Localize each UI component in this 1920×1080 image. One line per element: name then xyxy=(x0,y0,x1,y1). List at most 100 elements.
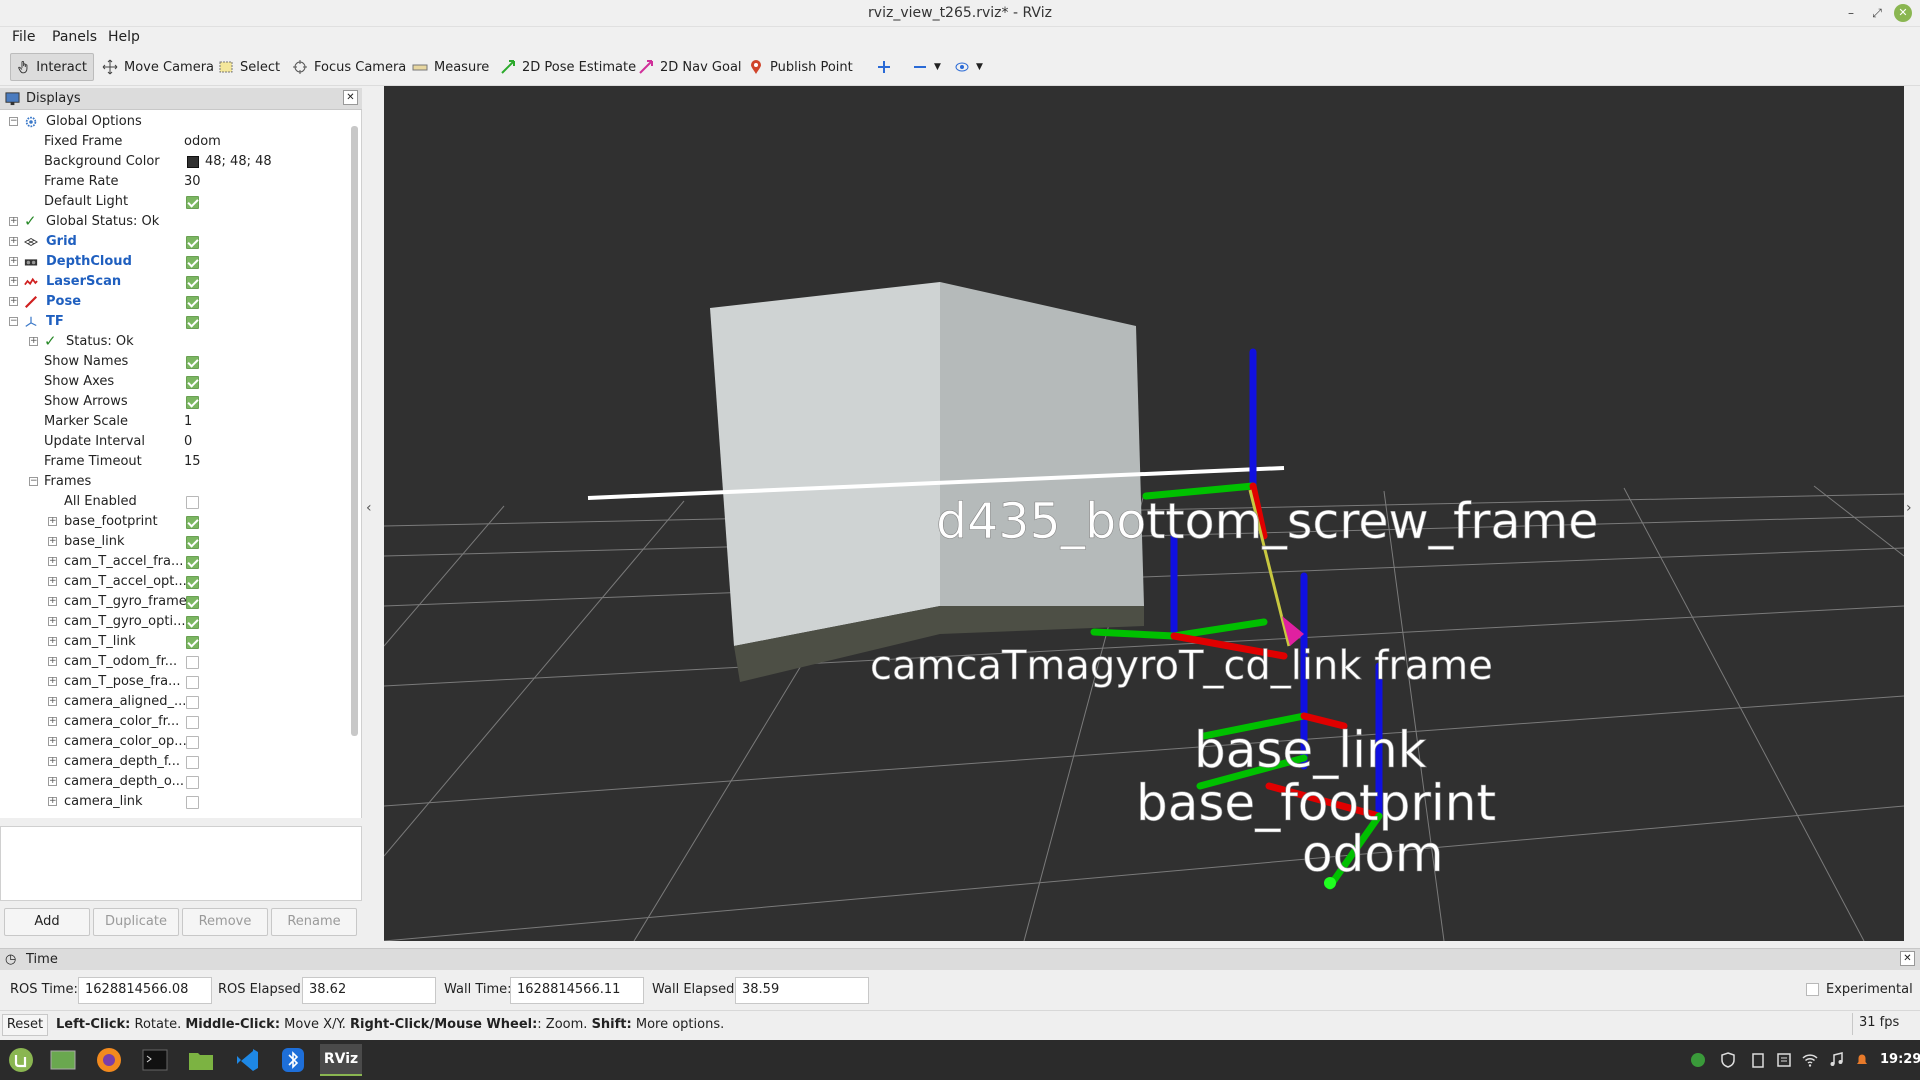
frame-checkbox[interactable] xyxy=(186,556,199,569)
menu-file[interactable]: File xyxy=(12,29,35,45)
frame-checkbox[interactable] xyxy=(186,656,199,669)
publish-point-tool[interactable]: Publish Point xyxy=(742,53,859,81)
vscode-launcher[interactable] xyxy=(228,1044,266,1076)
collapse-icon[interactable]: − xyxy=(9,117,18,126)
expand-icon[interactable]: + xyxy=(48,737,57,746)
focus-camera-tool[interactable]: Focus Camera xyxy=(286,53,412,81)
tree-row-tf[interactable]: − TF xyxy=(0,312,352,332)
music-icon[interactable] xyxy=(1828,1052,1844,1068)
tree-row-global-options[interactable]: − Global Options xyxy=(0,112,352,132)
expand-icon[interactable]: + xyxy=(9,277,18,286)
duplicate-button[interactable]: Duplicate xyxy=(93,908,179,936)
marker-scale-value[interactable]: 1 xyxy=(184,414,192,429)
collapse-icon[interactable]: − xyxy=(9,317,18,326)
tree-row-marker-scale[interactable]: Marker Scale 1 xyxy=(0,412,352,432)
frame-row[interactable]: + camera_color_op... xyxy=(0,732,352,752)
add-tool-button[interactable] xyxy=(870,53,898,81)
expand-icon[interactable]: + xyxy=(9,257,18,266)
frame-row[interactable]: + cam_T_accel_opt... xyxy=(0,572,352,592)
experimental-checkbox[interactable] xyxy=(1806,983,1819,996)
firefox-launcher[interactable] xyxy=(90,1044,128,1076)
frame-checkbox[interactable] xyxy=(186,676,199,689)
frame-row[interactable]: + cam_T_gyro_frame xyxy=(0,592,352,612)
tree-row-frame-rate[interactable]: Frame Rate 30 xyxy=(0,172,352,192)
expand-icon[interactable]: + xyxy=(48,557,57,566)
tree-row-show-axes[interactable]: Show Axes xyxy=(0,372,352,392)
tree-row-fixed-frame[interactable]: Fixed Frame odom xyxy=(0,132,352,152)
minimize-button[interactable]: – xyxy=(1842,4,1860,22)
tree-row-depthcloud[interactable]: + DepthCloud xyxy=(0,252,352,272)
tree-row-global-status[interactable]: + ✓ Global Status: Ok xyxy=(0,212,352,232)
collapse-icon[interactable]: − xyxy=(29,477,38,486)
tree-row-grid[interactable]: + Grid xyxy=(0,232,352,252)
maximize-button[interactable]: ⤢ xyxy=(1868,4,1886,22)
reset-button[interactable]: Reset xyxy=(2,1014,48,1036)
pose-checkbox[interactable] xyxy=(186,296,199,309)
tree-row-show-arrows[interactable]: Show Arrows xyxy=(0,392,352,412)
expand-icon[interactable]: + xyxy=(9,237,18,246)
tree-row-all-enabled[interactable]: All Enabled xyxy=(0,492,352,512)
frame-checkbox[interactable] xyxy=(186,536,199,549)
default-light-checkbox[interactable] xyxy=(186,196,199,209)
update-interval-value[interactable]: 0 xyxy=(184,434,192,449)
clipboard-icon[interactable] xyxy=(1750,1052,1766,1068)
fixed-frame-value[interactable]: odom xyxy=(184,134,221,149)
expand-icon[interactable]: + xyxy=(48,517,57,526)
expand-icon[interactable]: + xyxy=(48,597,57,606)
frame-checkbox[interactable] xyxy=(186,776,199,789)
tree-row-frames[interactable]: − Frames xyxy=(0,472,352,492)
frame-rate-value[interactable]: 30 xyxy=(184,174,201,189)
frame-row[interactable]: + camera_aligned_... xyxy=(0,692,352,712)
bluetooth-tray-icon[interactable] xyxy=(1690,1052,1706,1068)
expand-icon[interactable]: + xyxy=(48,577,57,586)
expand-icon[interactable]: + xyxy=(48,717,57,726)
expand-icon[interactable]: + xyxy=(48,797,57,806)
clock[interactable]: 19:29 xyxy=(1880,1052,1920,1067)
render-viewport[interactable]: d435_bottom_screw_frame camcaTmagyroT_cd… xyxy=(384,86,1904,941)
frame-row[interactable]: + camera_link xyxy=(0,792,352,812)
frame-row[interactable]: + cam_T_link xyxy=(0,632,352,652)
view-options-button[interactable]: ▼ xyxy=(948,53,989,81)
show-arrows-checkbox[interactable] xyxy=(186,396,199,409)
show-names-checkbox[interactable] xyxy=(186,356,199,369)
color-swatch[interactable] xyxy=(187,156,199,168)
tree-row-update-interval[interactable]: Update Interval 0 xyxy=(0,432,352,452)
show-desktop-button[interactable] xyxy=(44,1044,82,1076)
background-color-value[interactable]: 48; 48; 48 xyxy=(205,154,272,169)
frame-checkbox[interactable] xyxy=(186,516,199,529)
grid-checkbox[interactable] xyxy=(186,236,199,249)
nav-goal-tool[interactable]: 2D Nav Goal xyxy=(632,53,748,81)
menu-help[interactable]: Help xyxy=(108,29,140,45)
frame-timeout-value[interactable]: 15 xyxy=(184,454,201,469)
tree-row-pose[interactable]: + Pose xyxy=(0,292,352,312)
close-button[interactable]: ✕ xyxy=(1894,4,1912,22)
frame-row[interactable]: + camera_depth_f... xyxy=(0,752,352,772)
select-tool[interactable]: Select xyxy=(212,53,286,81)
wall-elapsed-field[interactable]: 38.59 xyxy=(735,977,869,1004)
measure-tool[interactable]: Measure xyxy=(406,53,495,81)
expand-icon[interactable]: + xyxy=(29,337,38,346)
tree-row-default-light[interactable]: Default Light xyxy=(0,192,352,212)
expand-icon[interactable]: + xyxy=(9,217,18,226)
mint-menu-button[interactable] xyxy=(2,1044,40,1076)
frame-row[interactable]: + cam_T_odom_fr... xyxy=(0,652,352,672)
notes-icon[interactable] xyxy=(1776,1052,1792,1068)
tree-row-show-names[interactable]: Show Names xyxy=(0,352,352,372)
frame-row[interactable]: + cam_T_gyro_opti... xyxy=(0,612,352,632)
frame-row[interactable]: + cam_T_accel_fra... xyxy=(0,552,352,572)
frame-checkbox[interactable] xyxy=(186,696,199,709)
frame-checkbox[interactable] xyxy=(186,796,199,809)
pose-estimate-tool[interactable]: 2D Pose Estimate xyxy=(494,53,642,81)
frame-row[interactable]: + camera_color_fr... xyxy=(0,712,352,732)
interact-tool[interactable]: Interact xyxy=(10,53,94,81)
close-panel-icon[interactable]: ✕ xyxy=(343,90,358,105)
frame-checkbox[interactable] xyxy=(186,716,199,729)
collapse-right-icon[interactable]: › xyxy=(1906,500,1912,516)
files-launcher[interactable] xyxy=(182,1044,220,1076)
expand-icon[interactable]: + xyxy=(48,637,57,646)
close-panel-icon[interactable]: ✕ xyxy=(1900,951,1915,966)
tree-row-tf-status[interactable]: + ✓ Status: Ok xyxy=(0,332,352,352)
ros-elapsed-field[interactable]: 38.62 xyxy=(302,977,436,1004)
shield-icon[interactable] xyxy=(1720,1052,1736,1068)
ros-time-field[interactable]: 1628814566.08 xyxy=(78,977,212,1004)
